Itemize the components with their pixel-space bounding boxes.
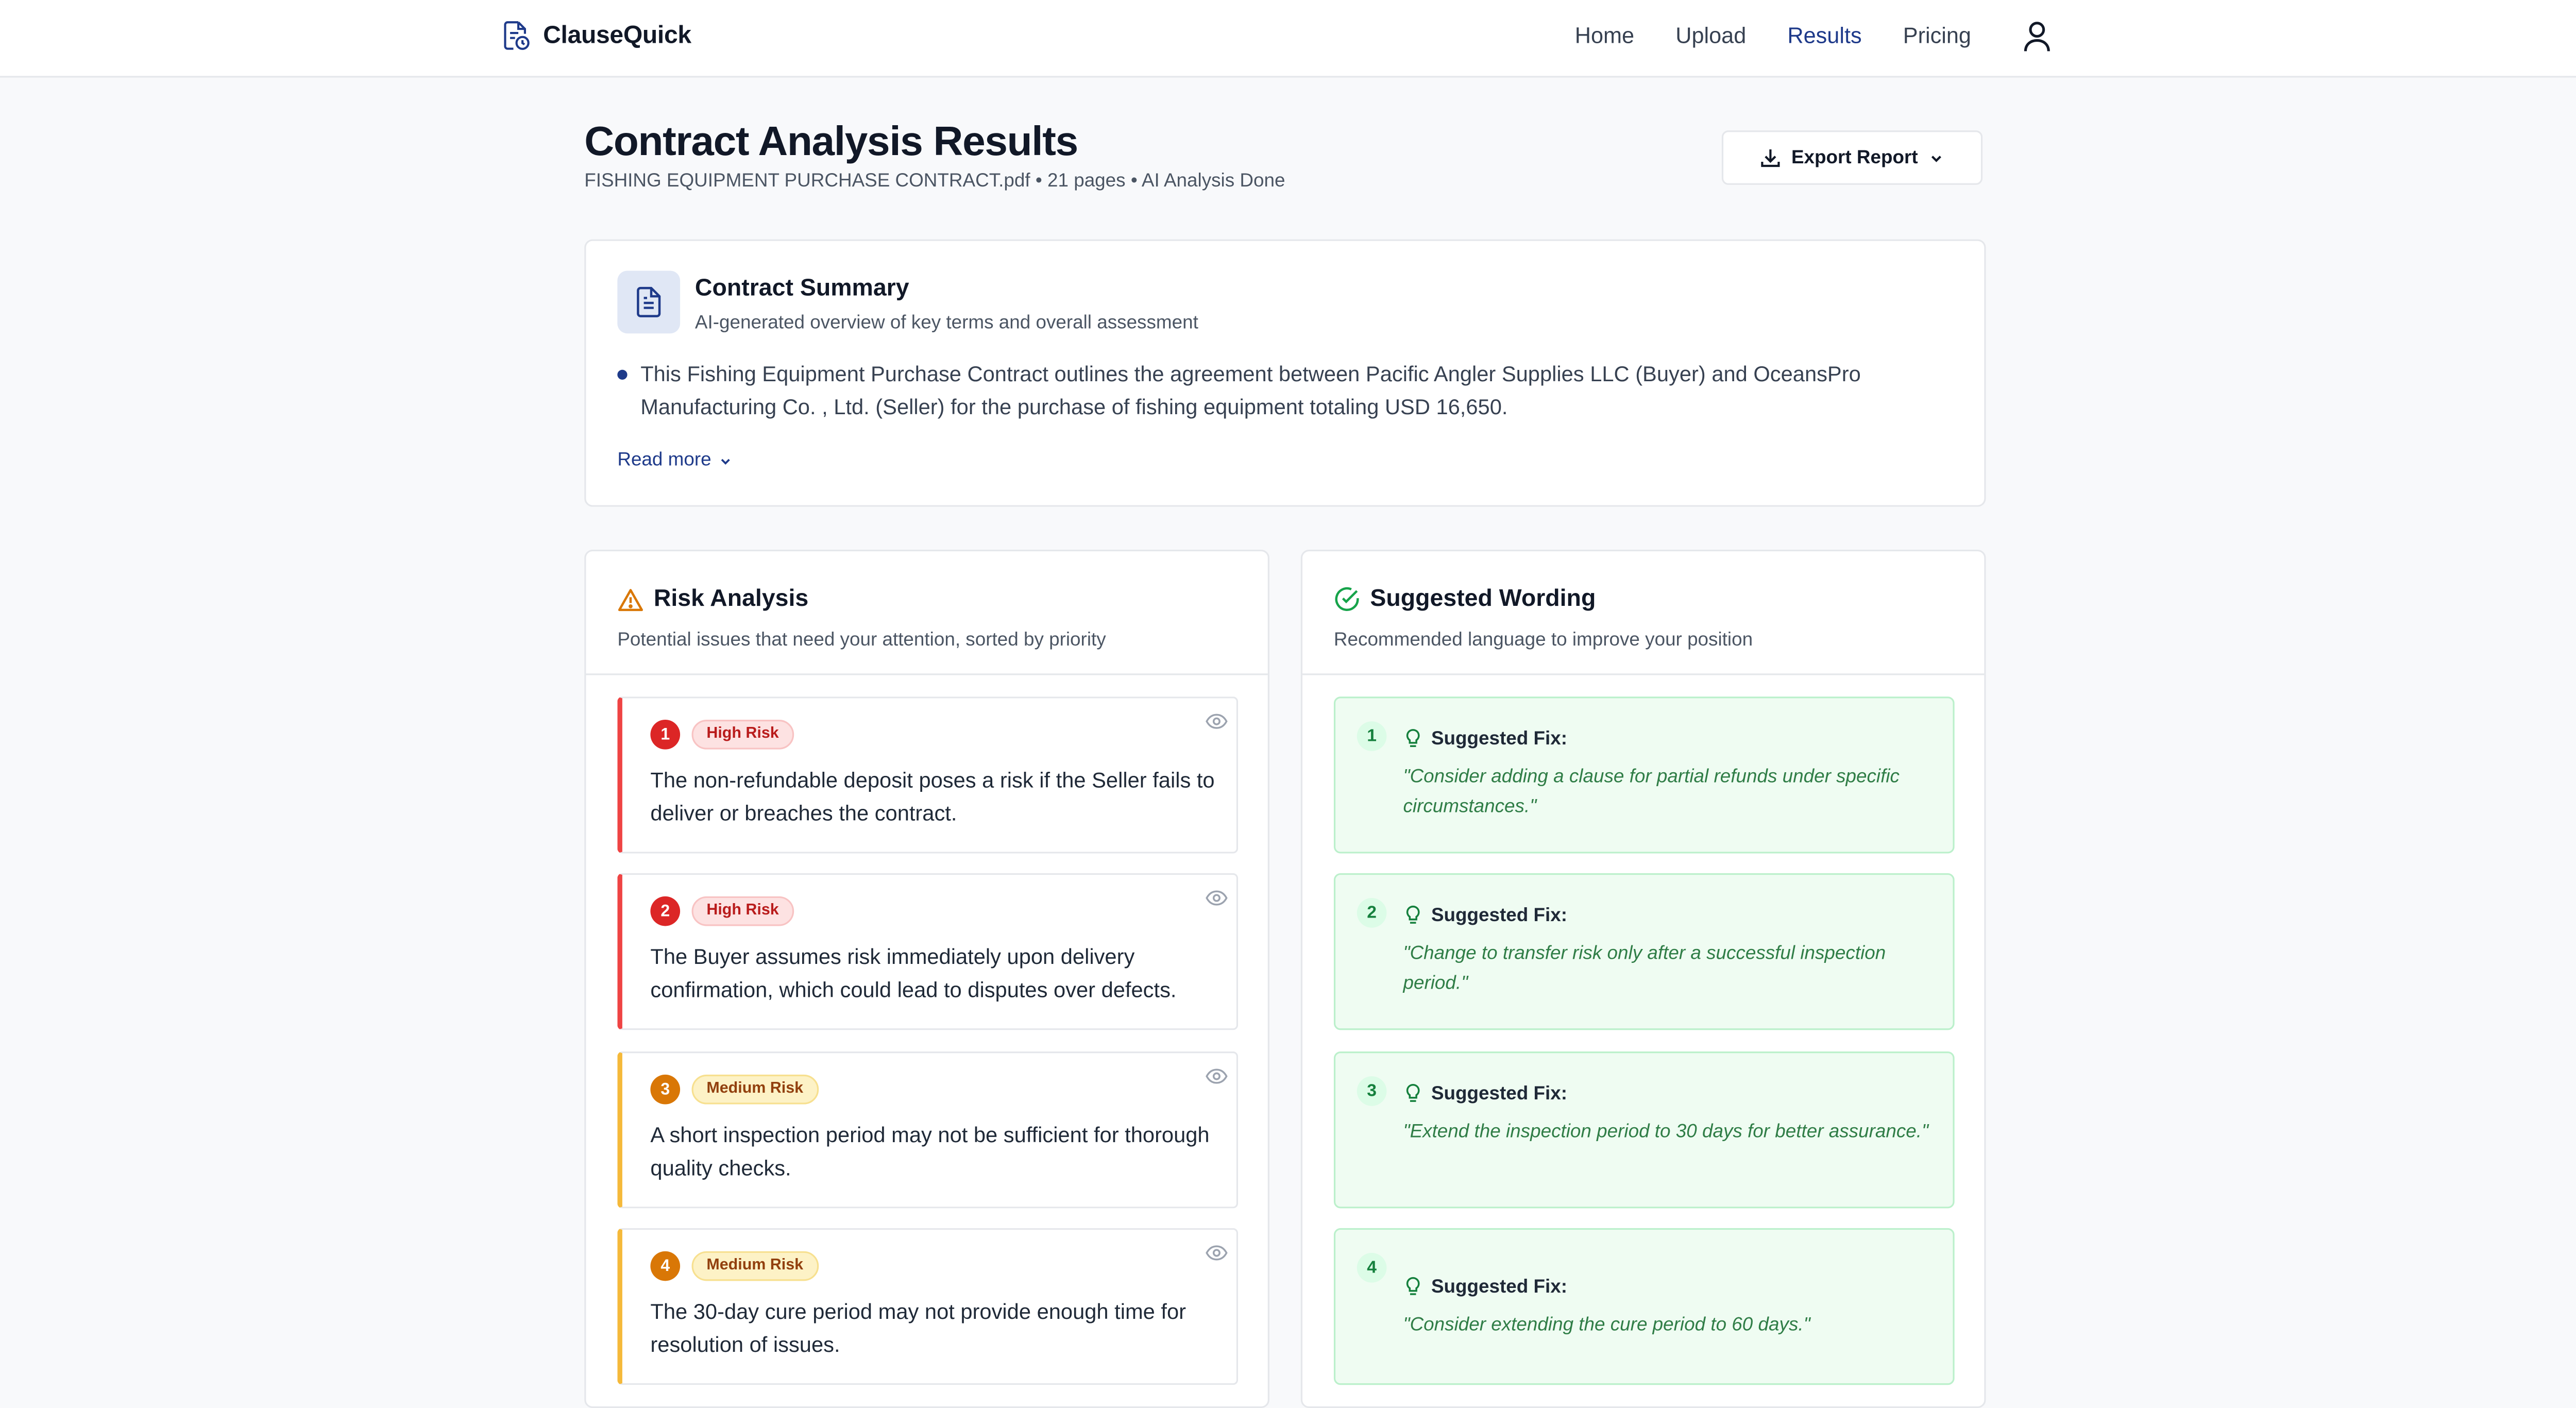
risk-description: The 30-day cure period may not provide e… [650, 1299, 1187, 1357]
risk-description: The non-refundable deposit poses a risk … [650, 767, 1215, 826]
fix-text: "Extend the inspection period to 30 days… [1403, 1122, 1929, 1143]
user-icon [2024, 22, 2050, 52]
brand-logo[interactable]: ClauseQuick [502, 20, 691, 51]
document-icon [637, 286, 661, 317]
suggested-wording-title: Suggested Wording [1370, 586, 1596, 613]
suggested-fix-item[interactable]: 4 Suggested Fix: "Consider extending the… [1333, 1228, 1955, 1385]
risk-description: The Buyer assumes risk immediately upon … [650, 944, 1177, 1002]
fix-header: Suggested Fix: [1405, 905, 1567, 926]
risk-number: 3 [650, 1074, 681, 1105]
risk-analysis-subtitle: Potential issues that need your attentio… [617, 630, 1106, 651]
summary-bullet [617, 369, 628, 380]
main-nav: Home Upload Results Pricing [1575, 23, 2012, 48]
risk-level-badge: High Risk [691, 896, 794, 926]
top-navbar: ClauseQuick Home Upload Results Pricing [0, 0, 2576, 78]
eye-icon[interactable] [1205, 1066, 1228, 1086]
fix-text: "Consider extending the cure period to 6… [1403, 1315, 1810, 1336]
nav-results[interactable]: Results [1787, 23, 1861, 48]
fix-label: Suggested Fix: [1431, 1083, 1568, 1104]
lightbulb-icon [1406, 905, 1420, 924]
document-clock-icon [504, 21, 530, 50]
fix-number: 1 [1357, 721, 1387, 751]
nav-upload[interactable]: Upload [1675, 23, 1746, 48]
user-account-button[interactable] [2021, 18, 2054, 54]
nav-home[interactable]: Home [1575, 23, 1634, 48]
lightbulb-icon [1406, 1277, 1420, 1295]
suggested-wording-subtitle: Recommended language to improve your pos… [1333, 630, 1753, 651]
fix-header: Suggested Fix: [1405, 1276, 1567, 1298]
risk-item[interactable]: 3 Medium Risk A short inspection period … [617, 1051, 1239, 1209]
risk-level-badge: High Risk [691, 719, 794, 750]
risk-description: A short inspection period may not be suf… [650, 1122, 1210, 1180]
app-root: ClauseQuick Home Upload Results Pricing … [0, 0, 2576, 1408]
fix-number: 2 [1357, 898, 1387, 928]
download-icon [1761, 149, 1781, 167]
brand-name: ClauseQuick [543, 21, 691, 50]
risk-level-badge: Medium Risk [691, 1074, 818, 1105]
export-report-button[interactable]: Export Report [1721, 130, 1983, 185]
suggested-fix-item[interactable]: 3 Suggested Fix: "Extend the inspection … [1333, 1051, 1955, 1209]
risk-number: 4 [650, 1251, 681, 1281]
chevron-down-icon [721, 458, 730, 464]
fix-label: Suggested Fix: [1431, 728, 1568, 749]
chevron-down-icon [1931, 155, 1941, 162]
eye-icon[interactable] [1205, 1243, 1228, 1263]
fix-label: Suggested Fix: [1431, 1277, 1568, 1297]
risk-number: 1 [650, 719, 681, 750]
fix-header: Suggested Fix: [1405, 728, 1567, 750]
eye-icon[interactable] [1205, 888, 1228, 908]
read-more-link[interactable]: Read more [617, 451, 733, 470]
risk-item[interactable]: 1 High Risk The non-refundable deposit p… [617, 697, 1239, 854]
risk-number: 2 [650, 896, 681, 926]
suggested-wording-panel: Suggested Wording Recommended language t… [1300, 549, 1986, 1408]
risk-item[interactable]: 2 High Risk The Buyer assumes risk immed… [617, 873, 1239, 1030]
risk-analysis-panel: Risk Analysis Potential issues that need… [584, 549, 1269, 1408]
fix-text: "Consider adding a clause for partial re… [1403, 767, 1900, 817]
eye-icon[interactable] [1205, 711, 1228, 731]
lightbulb-icon [1406, 1083, 1420, 1102]
nav-pricing[interactable]: Pricing [1903, 23, 1971, 48]
contract-summary-card: Contract Summary AI-generated overview o… [584, 239, 1986, 507]
read-more-label: Read more [617, 450, 711, 471]
fix-number: 4 [1357, 1252, 1387, 1283]
risk-level-badge: Medium Risk [691, 1251, 818, 1281]
suggested-fix-item[interactable]: 2 Suggested Fix: "Change to transfer ris… [1333, 873, 1955, 1030]
risk-analysis-title: Risk Analysis [653, 586, 809, 613]
summary-subtitle: AI-generated overview of key terms and o… [694, 313, 1198, 334]
page-title: Contract Analysis Results [584, 118, 1078, 165]
fix-text: "Change to transfer risk only after a su… [1403, 944, 1886, 993]
suggested-wording-header: Suggested Wording Recommended language t… [1302, 551, 1985, 675]
risk-item[interactable]: 4 Medium Risk The 30-day cure period may… [617, 1228, 1239, 1385]
suggested-fix-item[interactable]: 1 Suggested Fix: "Consider adding a clau… [1333, 697, 1955, 854]
file-meta: FISHING EQUIPMENT PURCHASE CONTRACT.pdf … [584, 172, 1285, 192]
risk-analysis-header: Risk Analysis Potential issues that need… [586, 551, 1268, 675]
fix-header: Suggested Fix: [1405, 1083, 1567, 1105]
check-circle-icon [1335, 587, 1359, 612]
summary-icon-box [617, 270, 681, 334]
fix-number: 3 [1357, 1076, 1387, 1106]
export-report-label: Export Report [1791, 147, 1918, 168]
warning-icon [618, 588, 643, 610]
fix-label: Suggested Fix: [1431, 905, 1568, 925]
summary-text: This Fishing Equipment Purchase Contract… [640, 361, 1861, 419]
summary-title: Contract Summary [694, 276, 909, 302]
lightbulb-icon [1406, 729, 1420, 748]
